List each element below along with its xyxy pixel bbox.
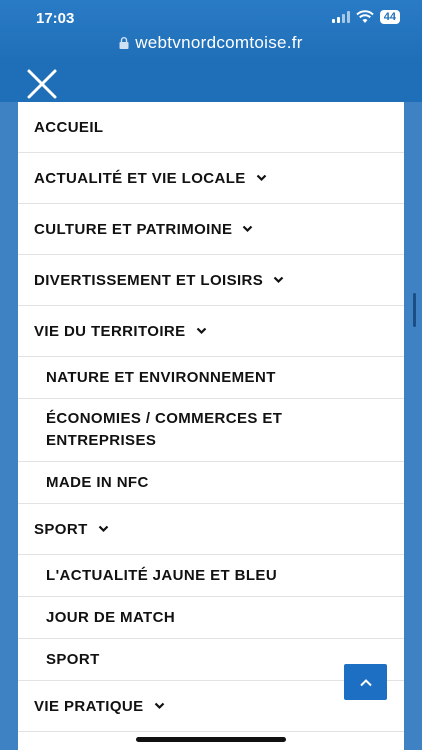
page-background-right <box>404 102 422 750</box>
chevron-down-icon[interactable] <box>98 525 109 533</box>
submenu-item-jour-de-match[interactable]: JOUR DE MATCH <box>18 597 404 639</box>
address-bar[interactable]: webtvnordcomtoise.fr <box>0 33 422 53</box>
submenu-item-label: MADE IN NFC <box>46 473 149 491</box>
menu-item-divertissement[interactable]: DIVERTISSEMENT ET LOISIRS <box>18 255 404 306</box>
chevron-down-icon[interactable] <box>242 225 253 233</box>
close-icon <box>27 69 57 99</box>
submenu-item-label: ÉCONOMIES / COMMERCES ET ENTREPRISES <box>46 410 283 449</box>
scroll-to-top-button[interactable] <box>344 664 387 700</box>
menu-item-label: VIE DU TERRITOIRE <box>34 322 186 340</box>
menu-item-accueil[interactable]: ACCUEIL <box>18 102 404 153</box>
chevron-up-icon <box>359 678 372 686</box>
menu-item-label: VIE PRATIQUE <box>34 697 144 715</box>
browser-top-bar: 17:03 44 webtvnordcomtoise.fr <box>0 0 422 60</box>
submenu-item-made-in-nfc[interactable]: MADE IN NFC <box>18 462 404 504</box>
chevron-down-icon[interactable] <box>273 276 284 284</box>
chevron-down-icon[interactable] <box>256 174 267 182</box>
submenu-item-label: L'ACTUALITÉ JAUNE ET BLEU <box>46 566 278 584</box>
menu-item-label: SPORT <box>34 520 88 538</box>
menu-item-culture[interactable]: CULTURE ET PATRIMOINE <box>18 204 404 255</box>
lock-icon <box>119 37 129 49</box>
menu-item-actualite[interactable]: ACTUALITÉ ET VIE LOCALE <box>18 153 404 204</box>
menu-item-label: CULTURE ET PATRIMOINE <box>34 220 233 238</box>
close-menu-button[interactable] <box>26 68 58 100</box>
home-indicator[interactable] <box>136 737 286 742</box>
status-icons: 44 <box>331 10 400 24</box>
menu-item-sport[interactable]: SPORT <box>18 504 404 555</box>
site-header <box>0 60 422 102</box>
submenu-item-label: NATURE ET ENVIRONNEMENT <box>46 368 276 386</box>
url-text: webtvnordcomtoise.fr <box>135 33 303 52</box>
chevron-down-icon[interactable] <box>154 702 165 710</box>
menu-item-vie-du-territoire[interactable]: VIE DU TERRITOIRE <box>18 306 404 357</box>
cellular-signal-icon <box>331 11 350 23</box>
submenu-item-nature[interactable]: NATURE ET ENVIRONNEMENT <box>18 357 404 399</box>
menu-item-label: ACCUEIL <box>34 118 104 136</box>
submenu-item-label: JOUR DE MATCH <box>46 608 176 626</box>
page-background-left <box>0 102 18 750</box>
menu-item-label: ACTUALITÉ ET VIE LOCALE <box>34 169 246 187</box>
chevron-down-icon[interactable] <box>196 327 207 335</box>
page-scrollbar[interactable] <box>413 293 416 327</box>
status-time: 17:03 <box>36 10 75 27</box>
submenu-item-economies[interactable]: ÉCONOMIES / COMMERCES ET ENTREPRISES <box>18 399 404 462</box>
submenu-item-label: SPORT <box>46 650 100 668</box>
battery-indicator: 44 <box>379 10 400 24</box>
wifi-icon <box>356 10 374 23</box>
menu-item-label: DIVERTISSEMENT ET LOISIRS <box>34 271 264 289</box>
submenu-item-actualite-jaune-et-bleu[interactable]: L'ACTUALITÉ JAUNE ET BLEU <box>18 555 404 597</box>
navigation-menu: ACCUEIL ACTUALITÉ ET VIE LOCALE CULTURE … <box>18 102 404 750</box>
